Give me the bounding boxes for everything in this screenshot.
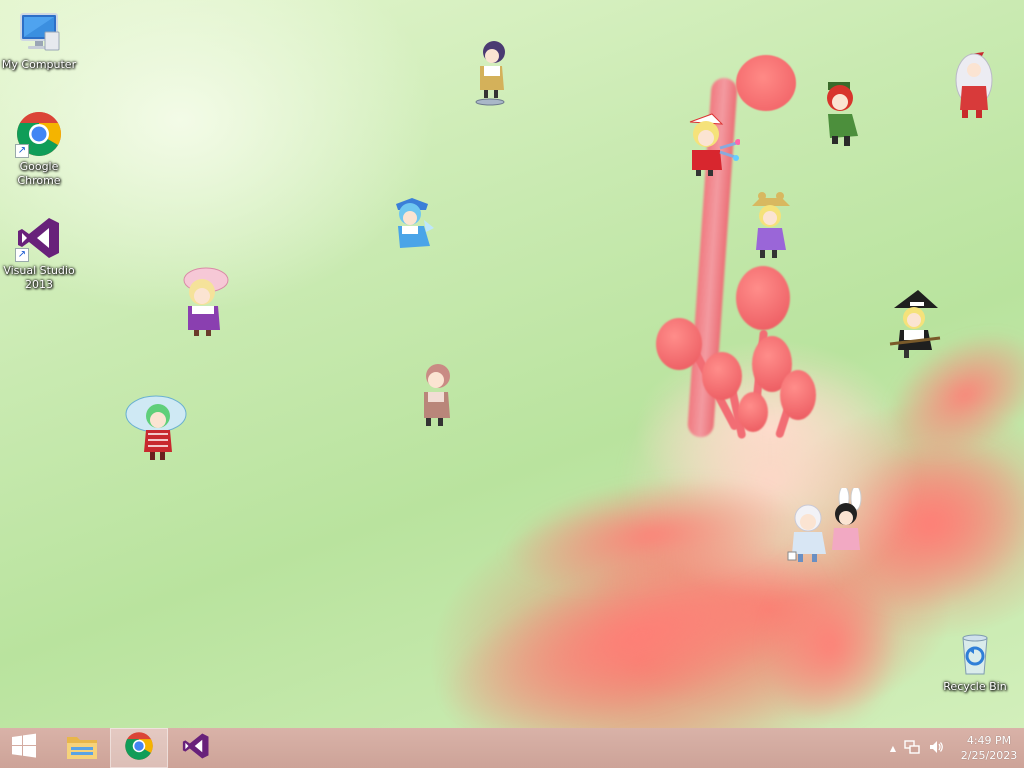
computer-icon: [15, 8, 63, 56]
desktop-icon-label: Google Chrome: [17, 160, 61, 187]
taskbar: ▲ 4:49 PM 2/25/2023: [0, 728, 1024, 768]
taskbar-visual-studio[interactable]: [168, 728, 224, 768]
show-hidden-icons-button[interactable]: ▲: [890, 744, 896, 753]
mascot-sprite[interactable]: [888, 288, 944, 364]
taskbar-clock[interactable]: 4:49 PM 2/25/2023: [954, 733, 1024, 763]
mascot-sprite[interactable]: [176, 266, 234, 342]
mascot-sprite[interactable]: [390, 196, 434, 258]
desktop-icon-google-chrome[interactable]: ↗ Google Chrome: [0, 110, 78, 188]
taskbar-google-chrome[interactable]: [110, 728, 168, 768]
recycle-bin-icon: [951, 630, 999, 678]
visual-studio-icon: [181, 731, 211, 765]
network-icon[interactable]: [904, 739, 920, 758]
desktop-icon-my-computer[interactable]: My Computer: [0, 8, 78, 72]
desktop[interactable]: My Computer ↗ Google Chrome ↗ Visual Stu…: [0, 0, 1024, 728]
mascot-sprite[interactable]: [466, 38, 514, 114]
mascot-sprite[interactable]: [678, 112, 741, 182]
desktop-icon-label: My Computer: [1, 58, 77, 71]
system-tray: ▲ 4:49 PM 2/25/2023: [886, 728, 1024, 768]
mascot-sprite[interactable]: [786, 485, 866, 572]
mascot-sprite[interactable]: [416, 362, 456, 432]
mascot-sprite[interactable]: [748, 190, 794, 264]
visual-studio-icon: ↗: [15, 214, 63, 262]
clock-time: 4:49 PM: [966, 734, 1012, 747]
chrome-icon: ↗: [15, 110, 63, 158]
desktop-icon-label: Visual Studio 2013: [3, 264, 75, 291]
desktop-icon-label: Recycle Bin: [943, 680, 1007, 693]
desktop-icon-visual-studio[interactable]: ↗ Visual Studio 2013: [0, 214, 78, 292]
speaker-icon[interactable]: [928, 739, 944, 758]
taskbar-file-explorer[interactable]: [54, 728, 110, 768]
mascot-sprite[interactable]: [124, 390, 188, 466]
clock-date: 2/25/2023: [960, 749, 1018, 762]
mascot-sprite[interactable]: [948, 50, 1000, 126]
mascot-sprite[interactable]: [818, 80, 864, 154]
chrome-icon: [124, 731, 154, 765]
desktop-icon-recycle-bin[interactable]: Recycle Bin: [936, 630, 1014, 694]
folder-icon: [65, 731, 99, 765]
start-button[interactable]: [0, 728, 48, 768]
windows-start-icon: [11, 733, 37, 763]
